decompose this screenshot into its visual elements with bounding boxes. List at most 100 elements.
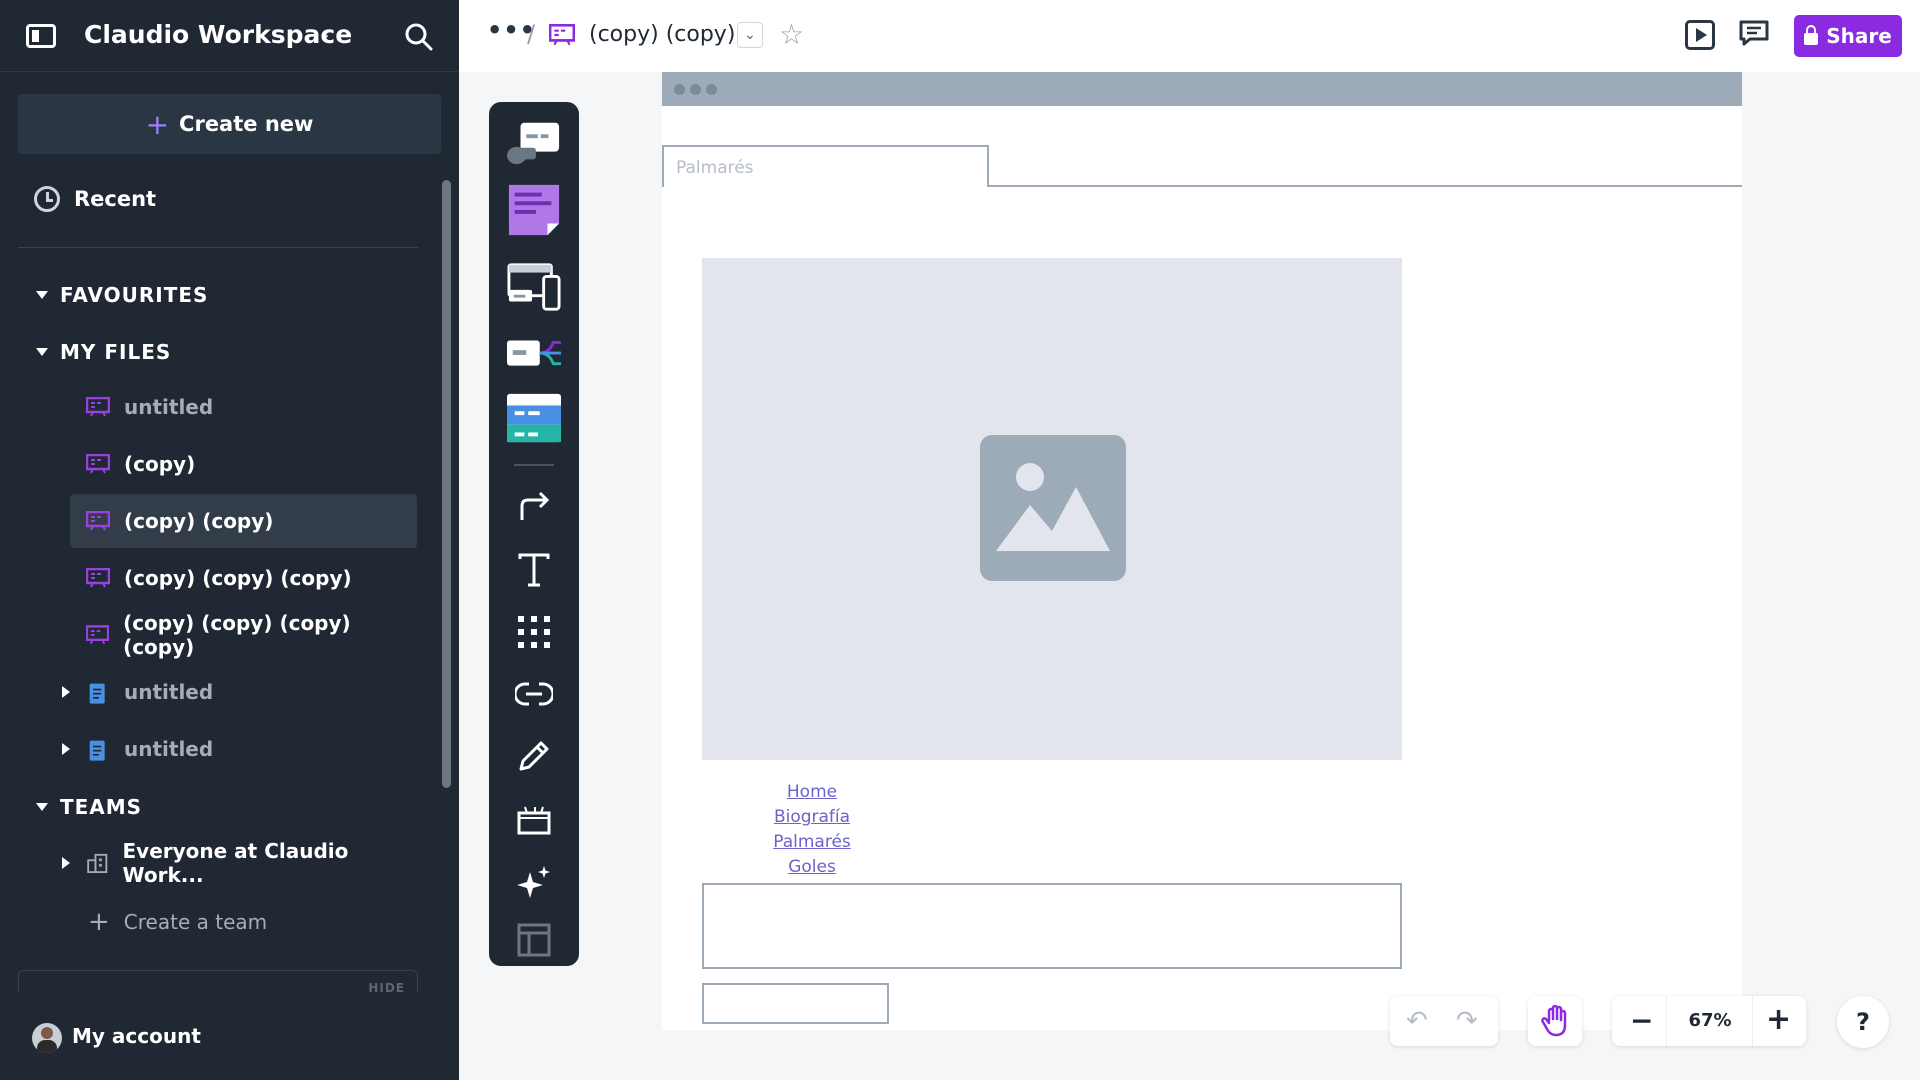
caret-down-icon: [36, 803, 48, 811]
hide-panel: HIDE: [18, 970, 418, 995]
share-button[interactable]: Share: [1794, 15, 1902, 57]
window-dot: [690, 84, 701, 95]
window-dot: [706, 84, 717, 95]
comment-icon[interactable]: [1739, 20, 1769, 46]
document-icon: [89, 683, 105, 704]
present-icon[interactable]: [1685, 20, 1715, 50]
create-new-label: Create new: [179, 112, 314, 136]
share-label: Share: [1826, 24, 1892, 48]
create-team-button[interactable]: + Create a team: [88, 907, 267, 937]
file-item[interactable]: untitled: [70, 665, 417, 719]
favourites-label: FAVOURITES: [60, 283, 209, 307]
file-item[interactable]: untitled: [70, 380, 417, 434]
file-item[interactable]: untitled: [70, 722, 417, 776]
search-icon[interactable]: [404, 22, 434, 52]
window-dot: [674, 84, 685, 95]
divider: [18, 247, 418, 248]
sidebar-scrollbar[interactable]: [442, 180, 451, 788]
text-tool-icon[interactable]: [507, 546, 561, 594]
wireframe-icon: [86, 454, 110, 474]
my-files-section[interactable]: MY FILES: [36, 340, 171, 364]
wireframe-canvas[interactable]: Palmarés Home Biografía Palmarés Goles: [662, 72, 1742, 1030]
hand-tool-button[interactable]: [1528, 996, 1582, 1046]
callout-tool-icon[interactable]: [507, 118, 561, 166]
layout-tool-icon[interactable]: [507, 393, 561, 443]
zoom-level[interactable]: 67%: [1682, 1010, 1738, 1031]
tab-palmares[interactable]: Palmarés: [662, 145, 989, 187]
frame-tool-icon[interactable]: [507, 796, 561, 844]
chevron-down-icon[interactable]: ⌄: [737, 22, 763, 48]
browser-frame-bar: [662, 72, 1742, 106]
zoom-in-button[interactable]: +: [1766, 1002, 1791, 1037]
star-icon[interactable]: ☆: [779, 18, 804, 51]
wireframe-icon: [86, 568, 110, 588]
device-frames-tool-icon[interactable]: [507, 263, 561, 312]
clock-icon: [34, 186, 60, 212]
link-biografia[interactable]: Biografía: [702, 805, 922, 830]
file-label: (copy) (copy) (copy) (copy): [123, 611, 351, 659]
file-label: untitled: [124, 395, 214, 419]
sidebar: Claudio Workspace ⌄ + Create new Recent …: [0, 0, 459, 1080]
avatar[interactable]: [32, 1023, 62, 1053]
link-tool-icon[interactable]: [507, 670, 561, 718]
tool-panel: [489, 102, 579, 966]
team-item[interactable]: Everyone at Claudio Work...: [70, 836, 417, 890]
caret-down-icon: [36, 291, 48, 299]
plus-icon: +: [145, 107, 170, 141]
divider: [1752, 996, 1753, 1046]
wireframe-icon: [86, 511, 110, 531]
nav-links: Home Biografía Palmarés Goles: [702, 780, 922, 880]
grid-tool-icon[interactable]: [507, 608, 561, 656]
hand-icon: [1541, 1005, 1567, 1037]
flow-tool-icon[interactable]: [507, 330, 561, 378]
chevron-down-icon[interactable]: ⌄: [318, 24, 331, 43]
link-palmares[interactable]: Palmarés: [702, 830, 922, 855]
panel-layout-tool-icon[interactable]: [507, 920, 561, 960]
create-new-button[interactable]: + Create new: [18, 94, 441, 154]
connector-tool-icon[interactable]: [507, 482, 561, 530]
link-home[interactable]: Home: [702, 780, 922, 805]
hide-button[interactable]: HIDE: [368, 981, 405, 995]
plus-icon: +: [88, 907, 110, 937]
zoom-out-button[interactable]: −: [1630, 1004, 1653, 1037]
undo-icon[interactable]: ↶: [1406, 1006, 1428, 1036]
favourites-section[interactable]: FAVOURITES: [36, 283, 208, 307]
tool-divider: [514, 464, 554, 466]
teams-section[interactable]: TEAMS: [36, 795, 142, 819]
file-item[interactable]: (copy) (copy) (copy) (copy): [70, 608, 417, 662]
recent-item[interactable]: Recent: [34, 186, 156, 212]
sidebar-toggle-icon[interactable]: [26, 24, 56, 48]
teams-label: TEAMS: [60, 795, 143, 819]
ai-sparkle-tool-icon[interactable]: [507, 858, 561, 906]
my-account-link[interactable]: My account: [72, 1024, 201, 1048]
document-title[interactable]: (copy) (copy): [589, 22, 735, 47]
image-icon: [980, 435, 1126, 581]
sticky-note-tool-icon[interactable]: [507, 184, 561, 236]
image-placeholder[interactable]: [702, 258, 1402, 760]
help-button[interactable]: ?: [1837, 996, 1889, 1048]
caret-down-icon: [36, 348, 48, 356]
text-area-placeholder[interactable]: [702, 883, 1402, 969]
wireframe-icon: [86, 625, 110, 645]
file-label: (copy): [124, 452, 196, 476]
sidebar-footer: [0, 994, 459, 1080]
divider: [1666, 996, 1667, 1046]
file-item[interactable]: (copy): [70, 437, 417, 491]
file-item-selected[interactable]: (copy) (copy): [70, 494, 417, 548]
caret-right-icon[interactable]: [62, 743, 70, 755]
link-goles[interactable]: Goles: [702, 855, 922, 880]
input-placeholder[interactable]: [702, 983, 889, 1024]
building-icon: [87, 853, 108, 873]
breadcrumb-separator: /: [527, 20, 536, 48]
file-label: untitled: [124, 737, 214, 761]
zoom-control: − 67% +: [1612, 996, 1806, 1046]
redo-icon[interactable]: ↷: [1456, 1006, 1478, 1036]
document-icon: [89, 740, 105, 761]
workspace-title[interactable]: Claudio Workspace: [84, 20, 352, 49]
file-item[interactable]: (copy) (copy) (copy): [70, 551, 417, 605]
caret-right-icon[interactable]: [62, 686, 70, 698]
caret-right-icon[interactable]: [62, 857, 70, 869]
sidebar-header: Claudio Workspace ⌄: [0, 0, 459, 72]
pencil-tool-icon[interactable]: [507, 732, 561, 780]
wireframe-icon: [549, 24, 575, 46]
